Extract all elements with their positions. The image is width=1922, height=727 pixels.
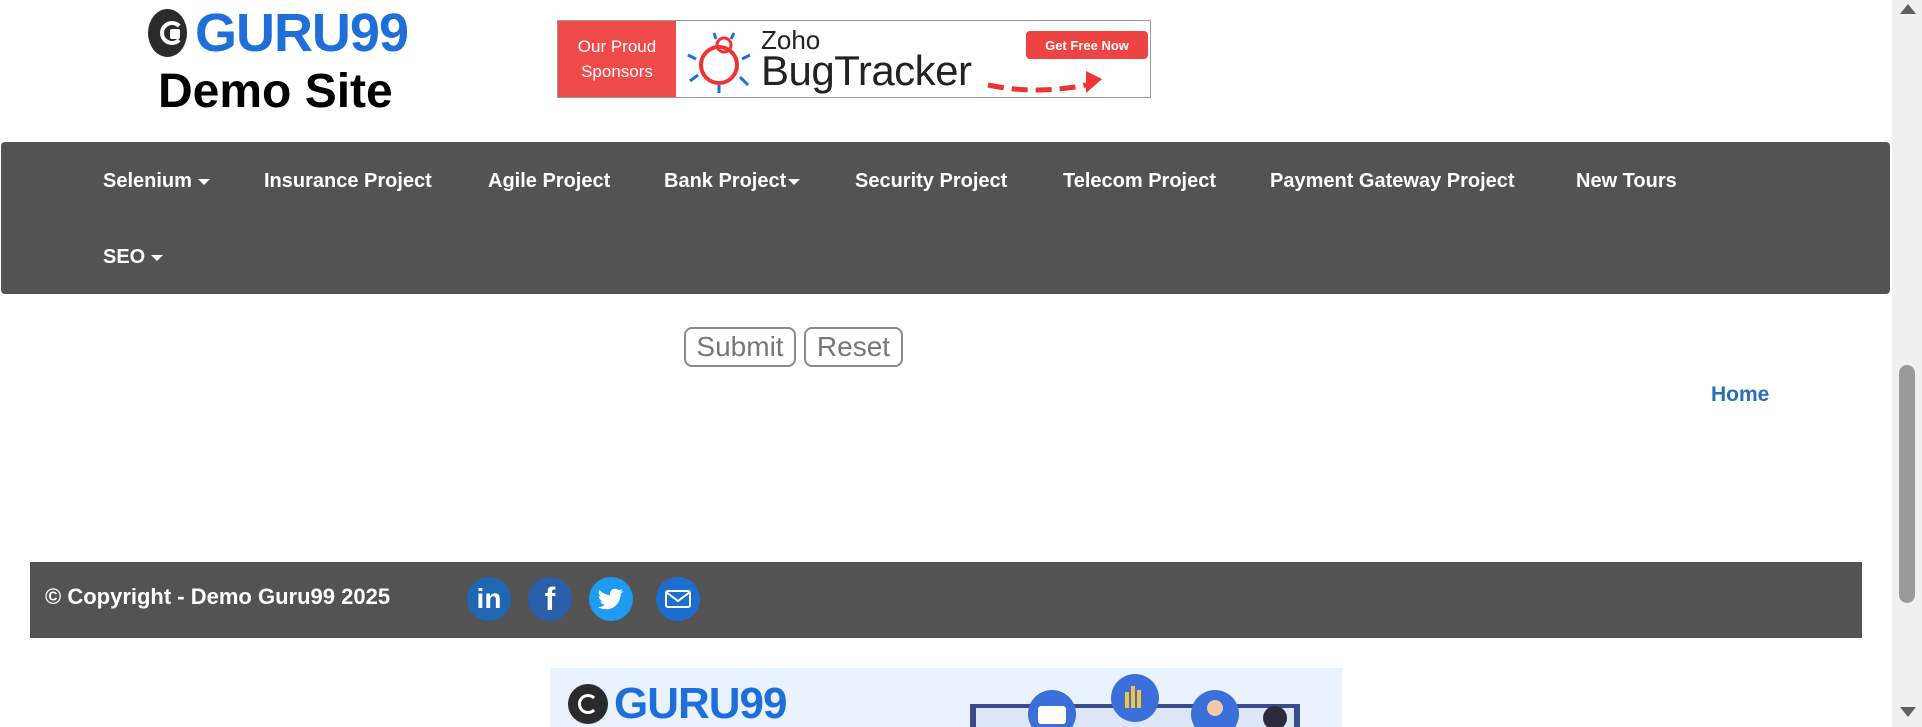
logo-text: GURU99 bbox=[194, 3, 409, 63]
nav-item-agile-project[interactable]: Agile Project bbox=[488, 170, 610, 193]
facebook-icon[interactable]: f bbox=[528, 577, 572, 621]
bug-icon bbox=[687, 32, 751, 93]
twitter-icon[interactable] bbox=[589, 577, 633, 621]
sponsor-label: Our Proud Sponsors bbox=[558, 21, 676, 97]
nav-item-payment-gateway-project[interactable]: Payment Gateway Project bbox=[1270, 170, 1515, 193]
sponsor-banner[interactable]: Our Proud Sponsors Zoho BugTracker Get F… bbox=[557, 20, 1151, 98]
caret-down-icon bbox=[151, 254, 164, 261]
nav-item-bank-project[interactable]: Bank Project bbox=[664, 170, 801, 193]
guru99-promo-banner[interactable]: GURU99 bbox=[550, 668, 1342, 727]
scroll-up-arrow-icon[interactable] bbox=[1900, 4, 1916, 14]
nav-item-label: Bank Project bbox=[664, 170, 787, 192]
site-logo[interactable]: GURU99 Demo Site bbox=[148, 3, 409, 119]
sponsor-label-line2: Sponsors bbox=[581, 62, 653, 81]
nav-item-telecom-project[interactable]: Telecom Project bbox=[1063, 170, 1216, 193]
email-icon[interactable] bbox=[656, 577, 700, 621]
scroll-down-arrow-icon[interactable] bbox=[1900, 707, 1916, 717]
envelope-shape bbox=[665, 590, 691, 608]
reset-button[interactable]: Reset bbox=[804, 327, 903, 367]
vertical-scrollbar[interactable] bbox=[1892, 0, 1922, 727]
site-title: Demo Site bbox=[158, 65, 393, 118]
sponsor-label-line1: Our Proud bbox=[577, 36, 657, 56]
nav-item-new-tours[interactable]: New Tours bbox=[1576, 170, 1677, 193]
banner-logo-text: GURU99 bbox=[614, 679, 787, 727]
twitter-bird-shape bbox=[598, 588, 623, 610]
guru99-logo-icon bbox=[568, 684, 608, 724]
nav-item-security-project[interactable]: Security Project bbox=[855, 170, 1007, 193]
submit-button[interactable]: Submit bbox=[684, 327, 796, 367]
nav-item-seo[interactable]: SEO bbox=[103, 246, 164, 269]
nav-item-label: SEO bbox=[103, 246, 146, 268]
main-navbar: Selenium Insurance Project Agile Project… bbox=[1, 142, 1890, 294]
sponsor-brand-large: BugTracker bbox=[761, 47, 972, 94]
caret-down-icon bbox=[788, 178, 801, 185]
caret-down-icon bbox=[197, 178, 210, 185]
get-free-now-button[interactable]: Get Free Now bbox=[1026, 31, 1148, 59]
dashed-arrow-icon bbox=[987, 71, 1102, 93]
nav-item-insurance-project[interactable]: Insurance Project bbox=[264, 170, 432, 193]
linkedin-icon[interactable]: in bbox=[467, 577, 511, 621]
banner-illustration-icon bbox=[970, 674, 1300, 727]
scrollbar-thumb[interactable] bbox=[1899, 365, 1915, 603]
home-link[interactable]: Home bbox=[1711, 383, 1769, 407]
nav-item-label: Selenium bbox=[103, 170, 192, 192]
guru99-logo-icon bbox=[148, 9, 187, 57]
copyright-text: © Copyright - Demo Guru99 2025 bbox=[45, 584, 391, 609]
nav-item-selenium[interactable]: Selenium bbox=[103, 170, 210, 193]
